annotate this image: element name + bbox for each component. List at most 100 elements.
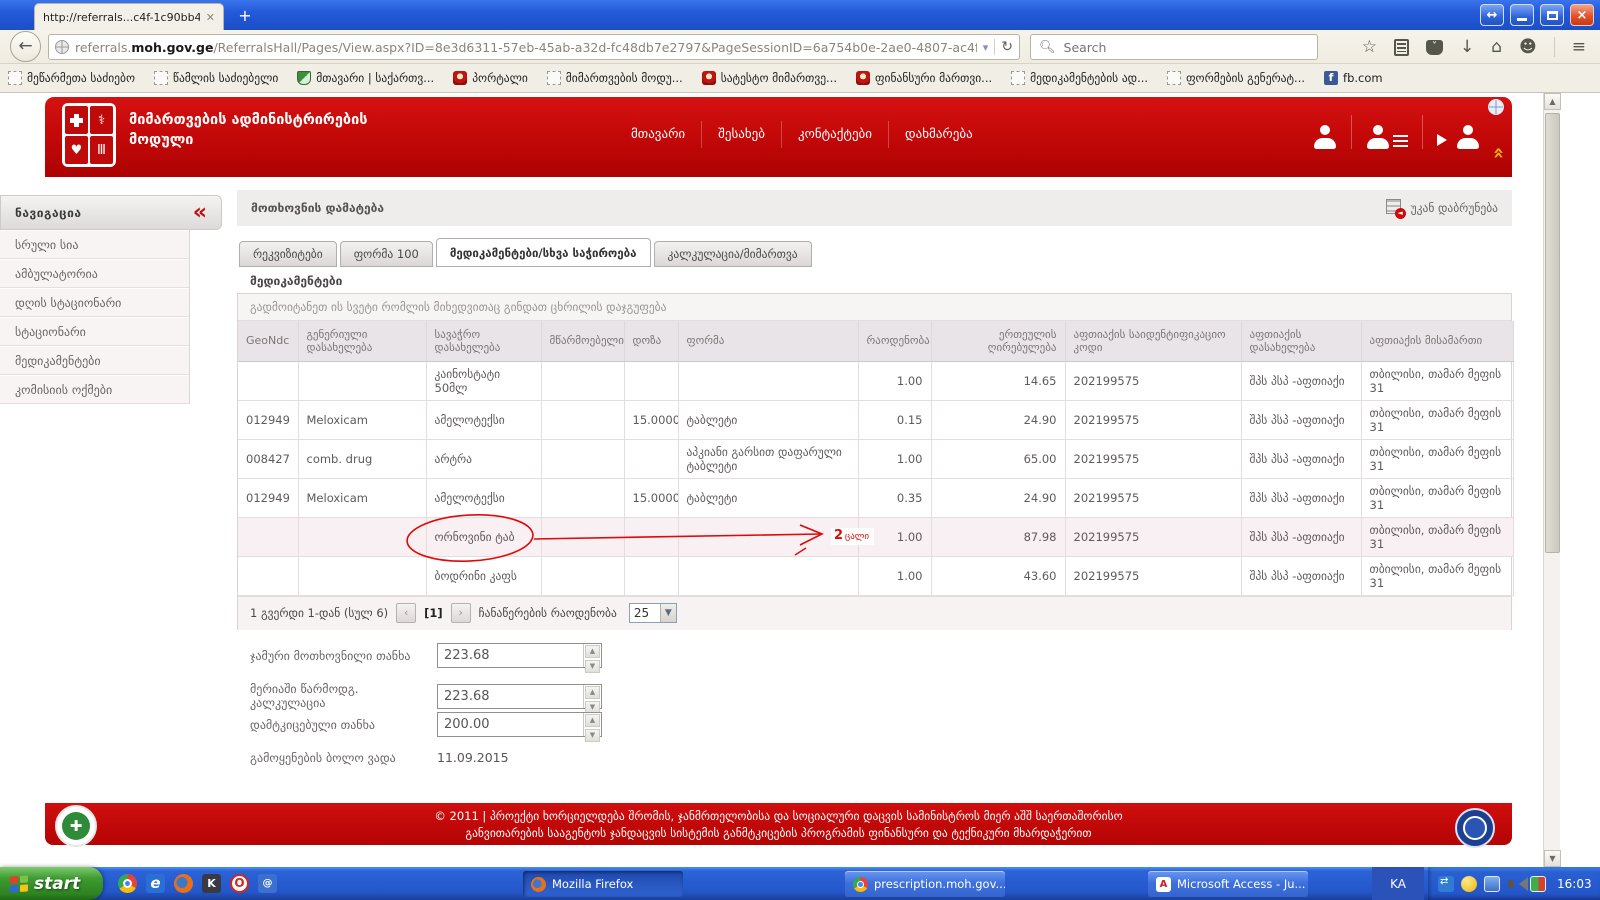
amount-input[interactable]	[438, 713, 583, 736]
profile-button[interactable]	[1299, 115, 1351, 149]
user-list-button[interactable]	[1351, 115, 1422, 149]
search-bar[interactable]: 🔍︎	[1030, 34, 1318, 60]
column-header[interactable]: აფთიაქის დასახელება	[1241, 321, 1361, 361]
sidebar-item[interactable]: კომისიის ოქმები	[0, 375, 189, 404]
column-header[interactable]: ფორმა	[678, 321, 858, 361]
volume-icon[interactable]	[1507, 876, 1523, 892]
column-header[interactable]: გენერიული დასახელება	[298, 321, 426, 361]
reading-list-icon[interactable]	[1394, 39, 1409, 56]
globe-icon[interactable]	[1488, 99, 1504, 115]
tab-scroll-icon[interactable]: ↔	[1480, 4, 1504, 26]
spin-up-icon[interactable]: ▲	[585, 686, 600, 699]
bookmark-item[interactable]: მთავარი | საქართვ...	[297, 71, 434, 85]
spin-up-icon[interactable]: ▲	[585, 714, 600, 727]
page-scrollbar[interactable]: ▲ ▼	[1543, 93, 1560, 867]
close-button[interactable]: ×	[1570, 4, 1594, 26]
table-row[interactable]: ბოდრინი კაფს1.0043.60202199575შპს პსპ -ა…	[238, 556, 1513, 595]
spin-up-icon[interactable]: ▲	[585, 645, 600, 658]
display-icon[interactable]	[1530, 876, 1546, 892]
column-header[interactable]: რაოდენობა	[858, 321, 931, 361]
sidebar-item[interactable]: ამბულატორია	[0, 259, 189, 288]
scroll-up-icon[interactable]: ▲	[1544, 93, 1561, 110]
kmp-icon[interactable]: K	[202, 874, 221, 893]
tab-ფორმა 100[interactable]: ფორმა 100	[340, 241, 433, 267]
amount-input[interactable]	[438, 644, 583, 667]
restore-button[interactable]	[1540, 4, 1564, 26]
menu-icon[interactable]: ≡	[1572, 39, 1586, 56]
browser-tab[interactable]: http://referrals...c4f-1c90bb499b62 ✕	[34, 3, 224, 30]
table-row[interactable]: 012949Meloxicamამელოტექსი15.00000ტაბლეტი…	[238, 400, 1513, 439]
opera-icon[interactable]: O	[230, 874, 249, 893]
bookmark-item[interactable]: ფორმების გენერატ...	[1167, 71, 1305, 85]
nav-item-კონტაქტები[interactable]: კონტაქტები	[781, 121, 888, 148]
task-button[interactable]: prescription.moh.gov...	[845, 871, 1005, 897]
language-indicator[interactable]: KA	[1372, 867, 1424, 900]
bookmark-item[interactable]: წამლის საძიებელი	[154, 71, 278, 85]
table-row[interactable]: 008427comb. drugარტრააპკიანი გარსით დაფა…	[238, 439, 1513, 478]
back-button[interactable]: ←	[10, 31, 41, 62]
nav-item-დახმარება[interactable]: დახმარება	[888, 121, 989, 148]
logout-button[interactable]	[1422, 115, 1494, 149]
home-icon[interactable]: ⌂	[1491, 39, 1502, 56]
table-row[interactable]: 012949Meloxicamამელოტექსი15.00000ტაბლეტი…	[238, 478, 1513, 517]
chrome-icon[interactable]	[118, 874, 137, 893]
bookmark-item[interactable]: პორტალი	[453, 71, 528, 85]
sidebar-collapse-icon[interactable]: «	[193, 202, 207, 224]
sidebar-item[interactable]: დღის სტაციონარი	[0, 288, 189, 317]
current-page[interactable]: [1]	[424, 606, 443, 620]
minimize-button[interactable]	[1510, 4, 1534, 26]
next-page-button[interactable]: ›	[451, 603, 471, 623]
tab-close-icon[interactable]: ✕	[206, 11, 215, 24]
tab-კალკულაცია/მიმართვა[interactable]: კალკულაცია/მიმართვა	[654, 241, 812, 267]
search-input[interactable]	[1062, 39, 1309, 56]
bookmark-item[interactable]: ffb.com	[1324, 71, 1383, 85]
bookmark-item[interactable]: მეწარმეთა საძიებო	[8, 71, 135, 85]
nav-item-მთავარი[interactable]: მთავარი	[615, 121, 701, 148]
column-header[interactable]: ერთეულის ღირებულება	[931, 321, 1065, 361]
reload-icon[interactable]: ↻	[994, 39, 1013, 55]
site-identity-icon[interactable]	[55, 40, 69, 54]
bookmark-item[interactable]: მიმართვების მოდუ...	[547, 71, 683, 85]
tab-მედიკამენტები/სხვა საჭიროება[interactable]: მედიკამენტები/სხვა საჭიროება	[436, 238, 651, 267]
column-header[interactable]: GeoNdc	[238, 321, 298, 361]
sidebar-item[interactable]: მედიკამენტები	[0, 346, 189, 375]
scroll-down-icon[interactable]: ▼	[1544, 850, 1561, 867]
teamviewer-icon[interactable]	[1438, 876, 1454, 892]
bookmark-item[interactable]: სატესტო მიმართვე...	[702, 71, 837, 85]
spin-down-icon[interactable]: ▼	[585, 729, 600, 742]
network-icon[interactable]	[1484, 876, 1500, 892]
downloads-icon[interactable]: ↓	[1460, 39, 1474, 56]
scrollbar-thumb[interactable]	[1545, 113, 1560, 553]
prev-page-button[interactable]: ‹	[396, 603, 416, 623]
pocket-icon[interactable]: ˅	[1426, 40, 1443, 55]
ie-icon[interactable]: e	[146, 874, 165, 893]
bookmark-item[interactable]: ფინანსური მართვი...	[856, 71, 992, 85]
column-header[interactable]: დოზა	[624, 321, 678, 361]
new-tab-button[interactable]: +	[232, 6, 258, 28]
url-text[interactable]: referrals.moh.gov.ge/ReferralsHall/Pages…	[75, 40, 977, 55]
spin-down-icon[interactable]: ▼	[585, 660, 600, 673]
amount-input[interactable]	[438, 685, 583, 708]
url-dropdown-icon[interactable]: ▾	[983, 41, 989, 54]
column-header[interactable]: აფთიაქის მისამართი	[1361, 321, 1513, 361]
table-row[interactable]: ორნოვინი ტაბ1.0087.98202199575შპს პსპ -ა…	[238, 517, 1513, 556]
hello-icon[interactable]: ☻	[1519, 39, 1537, 56]
task-button[interactable]: Mozilla Firefox	[523, 871, 683, 897]
firefox-icon[interactable]	[174, 874, 193, 893]
mail-icon[interactable]: @	[258, 874, 277, 893]
bookmark-item[interactable]: მედიკამენტების ად...	[1011, 71, 1148, 85]
group-by-hint[interactable]: გადმოიტანეთ ის სვეტი რომლის მიხედვითაც გ…	[238, 294, 1511, 321]
tab-რეკვიზიტები[interactable]: რეკვიზიტები	[239, 241, 337, 267]
url-bar[interactable]: referrals.moh.gov.ge/ReferralsHall/Pages…	[48, 34, 1020, 60]
task-button[interactable]: AMicrosoft Access - Ju...	[1148, 871, 1308, 897]
back-return-button[interactable]: ◄ უკან დაბრუნება	[1386, 199, 1498, 217]
ministry-logo[interactable]: ⚕ ♥ Ⅲ	[62, 103, 116, 167]
bookmark-star-icon[interactable]: ☆	[1362, 39, 1377, 56]
column-header[interactable]: აფთიაქის საიდენტიფიკაციო კოდი	[1065, 321, 1241, 361]
nav-item-შესახებ[interactable]: შესახებ	[701, 121, 781, 148]
column-header[interactable]: მწარმოებელი	[541, 321, 624, 361]
start-button[interactable]: start	[0, 867, 103, 900]
sidebar-item[interactable]: სრული სია	[0, 230, 189, 259]
column-header[interactable]: სავაჭრო დასახელება	[426, 321, 541, 361]
page-size-select[interactable]: 25 ▼	[629, 603, 677, 623]
